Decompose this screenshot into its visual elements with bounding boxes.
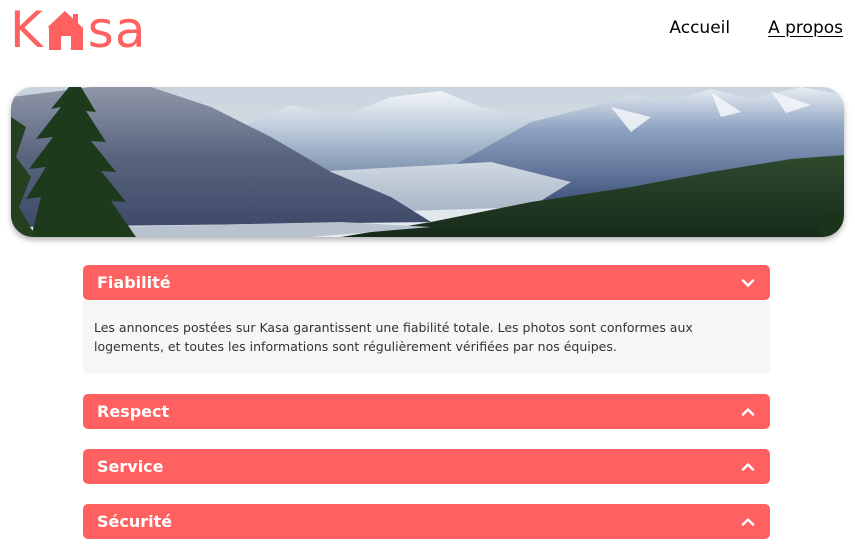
collapse-respect: Respect: [83, 394, 770, 429]
collapse-header-securite[interactable]: Sécurité: [83, 504, 770, 539]
collapse-title: Service: [97, 457, 164, 476]
collapse-securite: Sécurité: [83, 504, 770, 539]
chevron-up-icon[interactable]: [740, 514, 756, 530]
house-icon: [47, 10, 83, 50]
logo-letter-k: K: [10, 1, 44, 59]
collapse-title: Respect: [97, 402, 170, 421]
chevron-down-icon[interactable]: [740, 275, 756, 291]
mountain-landscape-image: [11, 87, 844, 237]
chevron-up-icon[interactable]: [740, 459, 756, 475]
logo-letters-sa: sa: [87, 1, 147, 59]
main-nav: Accueil A propos: [669, 18, 843, 38]
collapse-header-fiabilite[interactable]: Fiabilité: [83, 265, 770, 300]
chevron-up-icon[interactable]: [740, 404, 756, 420]
collapse-title: Sécurité: [97, 512, 173, 531]
collapse-fiabilite: Fiabilité Les annonces postées sur Kasa …: [83, 265, 770, 374]
kasa-logo[interactable]: K sa: [10, 4, 147, 56]
collapse-header-service[interactable]: Service: [83, 449, 770, 484]
mountain-banner: [11, 87, 844, 237]
nav-link-accueil[interactable]: Accueil: [669, 18, 730, 38]
collapse-title: Fiabilité: [97, 273, 171, 292]
nav-link-a-propos[interactable]: A propos: [768, 18, 843, 38]
collapse-header-respect[interactable]: Respect: [83, 394, 770, 429]
collapse-content-fiabilite: Les annonces postées sur Kasa garantisse…: [83, 300, 770, 374]
collapse-service: Service: [83, 449, 770, 484]
site-header: K sa Accueil A propos: [0, 0, 855, 70]
about-collapses: Fiabilité Les annonces postées sur Kasa …: [83, 265, 770, 557]
